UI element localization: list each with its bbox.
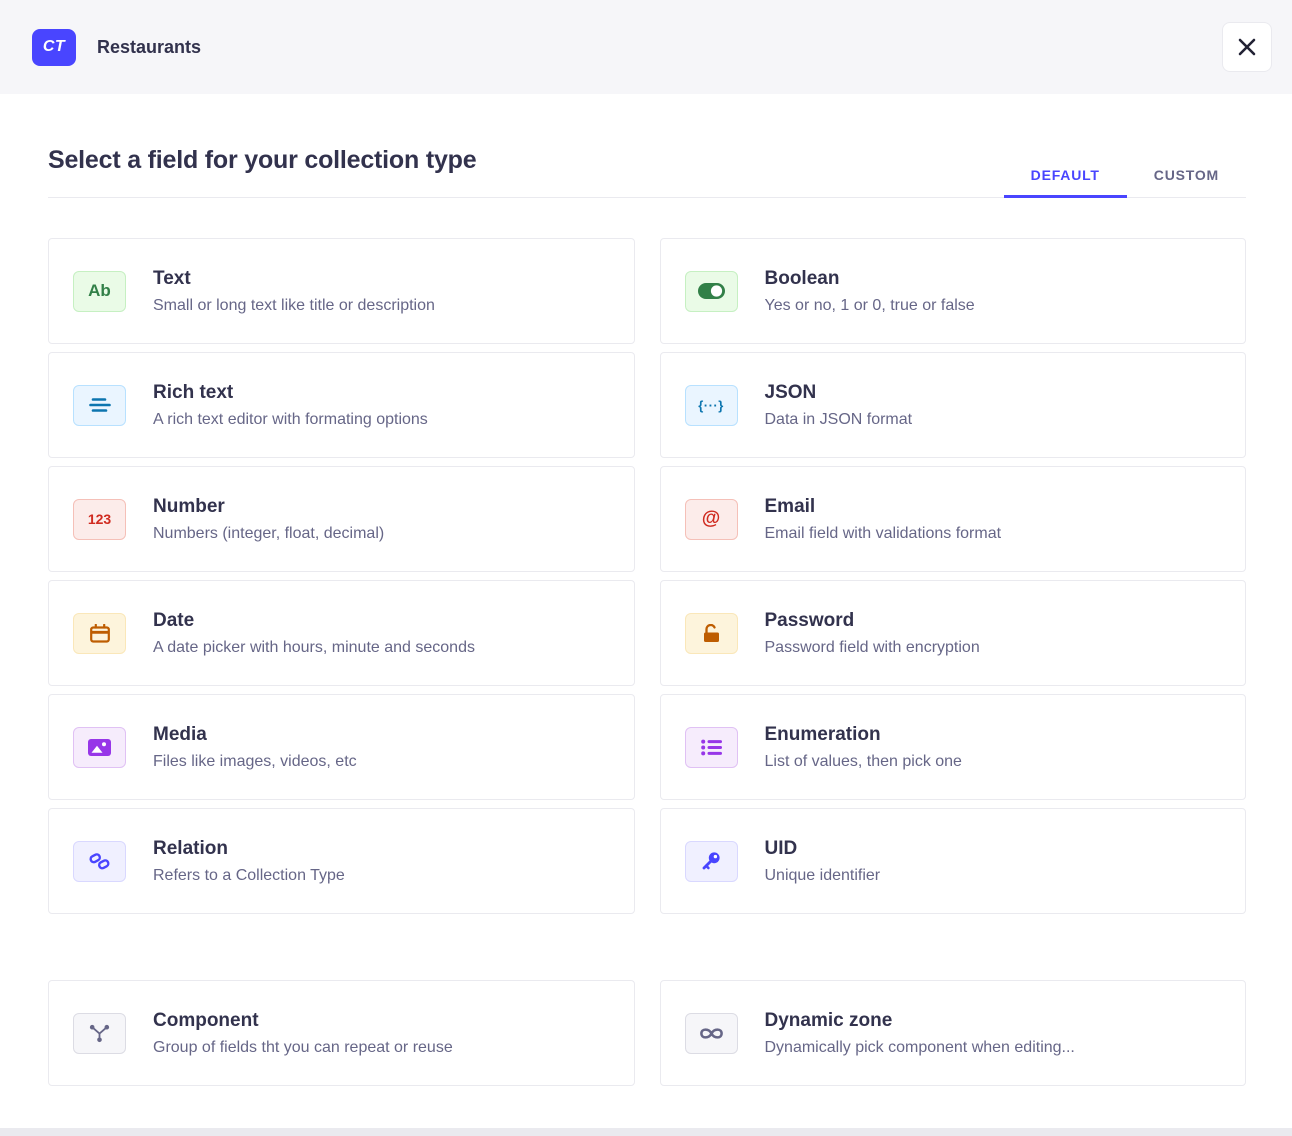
field-card-description: Yes or no, 1 or 0, true or false — [765, 297, 975, 315]
advanced-fields-grid: Component Group of fields tht you can re… — [48, 980, 1246, 1086]
field-card-date[interactable]: Date A date picker with hours, minute an… — [48, 580, 635, 686]
field-card-component[interactable]: Component Group of fields tht you can re… — [48, 980, 635, 1086]
field-card-description: Numbers (integer, float, decimal) — [153, 525, 384, 543]
field-card-description: A date picker with hours, minute and sec… — [153, 639, 475, 657]
field-card-title: Email — [765, 496, 1002, 518]
field-card-description: Unique identifier — [765, 867, 881, 885]
field-card-title: Number — [153, 496, 384, 518]
field-card-text: Component Group of fields tht you can re… — [153, 1010, 453, 1057]
field-card-text: JSON Data in JSON format — [765, 382, 913, 429]
field-card-description: List of values, then pick one — [765, 753, 962, 771]
field-card-text: Boolean Yes or no, 1 or 0, true or false — [765, 268, 975, 315]
uid-icon — [685, 841, 738, 882]
field-card-email[interactable]: @ Email Email field with validations for… — [660, 466, 1247, 572]
field-card-text: Relation Refers to a Collection Type — [153, 838, 345, 885]
rich-text-icon — [73, 385, 126, 426]
enumeration-icon — [685, 727, 738, 768]
json-icon: {···} — [685, 385, 738, 426]
field-card-description: A rich text editor with formating option… — [153, 411, 428, 429]
default-fields-grid: Ab Text Small or long text like title or… — [48, 238, 1246, 914]
field-card-description: Files like images, videos, etc — [153, 753, 357, 771]
field-card-description: Email field with validations format — [765, 525, 1002, 543]
date-icon — [73, 613, 126, 654]
text-icon: Ab — [73, 271, 126, 312]
field-card-title: Media — [153, 724, 357, 746]
field-card-title: Password — [765, 610, 980, 632]
field-card-description: Password field with encryption — [765, 639, 980, 657]
field-card-number[interactable]: 123 Number Numbers (integer, float, deci… — [48, 466, 635, 572]
modal-header: CT Restaurants — [0, 0, 1292, 94]
field-card-description: Small or long text like title or descrip… — [153, 297, 435, 315]
close-icon — [1238, 38, 1256, 56]
close-button[interactable] — [1222, 22, 1272, 72]
field-card-title: UID — [765, 838, 881, 860]
dynamic-zone-icon — [685, 1013, 738, 1054]
field-card-password[interactable]: Password Password field with encryption — [660, 580, 1247, 686]
number-icon: 123 — [73, 499, 126, 540]
field-card-json[interactable]: {···} JSON Data in JSON format — [660, 352, 1247, 458]
field-card-boolean[interactable]: Boolean Yes or no, 1 or 0, true or false — [660, 238, 1247, 344]
boolean-icon — [685, 271, 738, 312]
field-card-title: Date — [153, 610, 475, 632]
field-card-description: Refers to a Collection Type — [153, 867, 345, 885]
title-row: Select a field for your collection type … — [48, 146, 1246, 198]
field-card-rich-text[interactable]: Rich text A rich text editor with format… — [48, 352, 635, 458]
field-card-text: Enumeration List of values, then pick on… — [765, 724, 962, 771]
field-card-text: Number Numbers (integer, float, decimal) — [153, 496, 384, 543]
field-card-text: Media Files like images, videos, etc — [153, 724, 357, 771]
field-card-title: JSON — [765, 382, 913, 404]
media-icon — [73, 727, 126, 768]
field-card-title: Boolean — [765, 268, 975, 290]
field-card-title: Text — [153, 268, 435, 290]
component-icon — [73, 1013, 126, 1054]
field-card-text[interactable]: Ab Text Small or long text like title or… — [48, 238, 635, 344]
footer-strip — [0, 1128, 1292, 1136]
modal-title: Restaurants — [97, 37, 201, 58]
field-card-description: Data in JSON format — [765, 411, 913, 429]
collection-type-badge: CT — [32, 29, 76, 66]
field-card-title: Dynamic zone — [765, 1010, 1075, 1032]
field-card-description: Group of fields tht you can repeat or re… — [153, 1039, 453, 1057]
tab-default[interactable]: DEFAULT — [1004, 153, 1127, 197]
field-card-title: Component — [153, 1010, 453, 1032]
email-icon: @ — [685, 499, 738, 540]
tab-bar: DEFAULT CUSTOM — [1004, 153, 1246, 197]
field-card-relation[interactable]: Relation Refers to a Collection Type — [48, 808, 635, 914]
field-card-text: Date A date picker with hours, minute an… — [153, 610, 475, 657]
field-card-text: Password Password field with encryption — [765, 610, 980, 657]
field-card-text: Dynamic zone Dynamically pick component … — [765, 1010, 1075, 1057]
modal-body: Select a field for your collection type … — [0, 146, 1292, 1086]
field-card-title: Rich text — [153, 382, 428, 404]
field-card-title: Relation — [153, 838, 345, 860]
tab-custom[interactable]: CUSTOM — [1127, 153, 1246, 197]
field-card-dynamic-zone[interactable]: Dynamic zone Dynamically pick component … — [660, 980, 1247, 1086]
field-card-enumeration[interactable]: Enumeration List of values, then pick on… — [660, 694, 1247, 800]
field-card-text: Text Small or long text like title or de… — [153, 268, 435, 315]
field-card-description: Dynamically pick component when editing.… — [765, 1039, 1075, 1057]
page-title: Select a field for your collection type — [48, 146, 476, 175]
field-card-uid[interactable]: UID Unique identifier — [660, 808, 1247, 914]
field-card-media[interactable]: Media Files like images, videos, etc — [48, 694, 635, 800]
field-card-text: UID Unique identifier — [765, 838, 881, 885]
field-card-text: Rich text A rich text editor with format… — [153, 382, 428, 429]
field-card-text: Email Email field with validations forma… — [765, 496, 1002, 543]
relation-icon — [73, 841, 126, 882]
field-card-title: Enumeration — [765, 724, 962, 746]
password-icon — [685, 613, 738, 654]
